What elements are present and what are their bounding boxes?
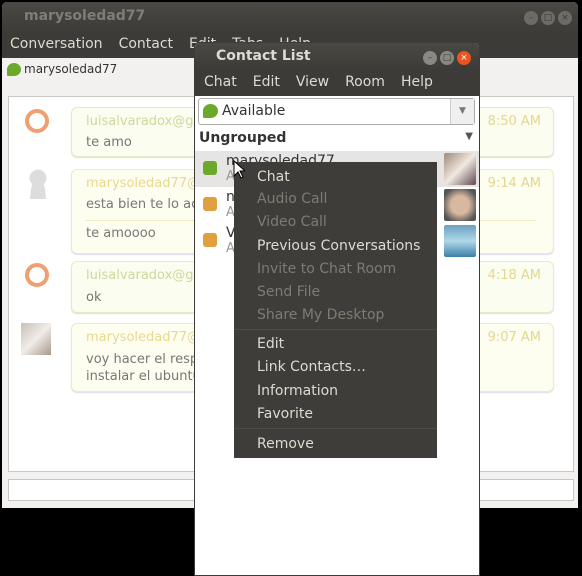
menu-item-send-file: Send File [257,284,321,300]
mouse-cursor-icon [233,160,245,179]
close-icon[interactable]: × [457,51,471,65]
menu-edit[interactable]: Edit [245,70,288,96]
ubuntu-logo-icon [25,109,49,133]
message-sender: luisalvaradox@g [86,114,194,129]
menu-contact[interactable]: Contact [111,32,181,58]
minimize-icon[interactable]: – [423,51,437,65]
contact-tab[interactable]: marysoledad77 [7,62,117,76]
menu-item-share-my-desktop: Share My Desktop [257,307,385,323]
window-title: marysoledad77 [24,8,146,24]
group-header[interactable]: Ungrouped ▼ [198,128,478,150]
menu-item-link-contacts[interactable]: Link Contacts… [257,357,366,377]
available-icon [203,161,217,175]
contact-avatar [444,225,476,257]
message-text: te amoooo [86,226,156,241]
available-icon [7,62,21,76]
message-time: 9:14 AM [487,176,541,191]
message-text: voy hacer el resp [86,352,199,367]
message-time: 9:07 AM [487,330,541,345]
tab-label: marysoledad77 [24,62,118,76]
menu-item-previous-conversations[interactable]: Previous Conversations [257,236,420,256]
message-text: instalar el ubuntu [86,369,201,384]
menu-view[interactable]: View [288,70,337,96]
message-text: esta bien te lo ac [86,197,199,212]
chat-window-titlebar[interactable]: marysoledad77 – □ × [2,2,578,32]
menu-item-remove[interactable]: Remove [257,434,314,454]
message-text: te amo [86,135,132,150]
close-icon[interactable]: × [558,11,572,25]
ubuntu-logo-icon [25,263,49,287]
window-title: Contact List [216,48,311,64]
message-text: ok [86,290,102,305]
contact-list-titlebar[interactable]: Contact List – □ × [195,43,479,70]
menu-separator [234,329,437,330]
chevron-down-icon[interactable]: ▼ [450,99,474,124]
message-time: 4:18 AM [487,268,541,283]
away-icon [203,197,217,211]
minimize-icon[interactable]: – [524,11,538,25]
available-icon [203,104,218,118]
maximize-icon[interactable]: □ [440,51,454,65]
menu-conversation[interactable]: Conversation [2,32,111,58]
status-label: Available [222,103,286,119]
message-sender: marysoledad77@ [86,176,201,191]
message-sender: luisalvaradox@g [86,268,194,283]
menu-item-video-call: Video Call [257,214,327,230]
menu-item-invite-to-chat-room: Invite to Chat Room [257,261,397,277]
status-combo[interactable]: Available ▼ [198,98,475,125]
default-user-icon [27,169,49,199]
menu-item-edit[interactable]: Edit [257,334,284,354]
away-icon [203,233,217,247]
menu-item-audio-call: Audio Call [257,191,328,207]
menu-item-chat[interactable]: Chat [257,167,290,187]
maximize-icon[interactable]: □ [541,11,555,25]
user-photo [21,323,51,355]
menu-item-favorite[interactable]: Favorite [257,404,313,424]
contact-avatar [444,189,476,221]
contact-list-menubar: Chat Edit View Room Help [195,70,479,96]
menu-help[interactable]: Help [393,70,441,96]
menu-chat[interactable]: Chat [196,70,245,96]
menu-room[interactable]: Room [337,70,393,96]
group-label: Ungrouped [199,130,287,146]
collapse-icon: ▼ [465,131,473,142]
menu-item-information[interactable]: Information [257,381,338,401]
menu-separator [234,428,437,429]
contact-avatar [444,153,476,185]
message-time: 8:50 AM [487,114,541,129]
contact-context-menu: Chat Audio Call Video Call Previous Conv… [234,162,437,458]
message-sender: marysoledad77@ [86,330,201,345]
